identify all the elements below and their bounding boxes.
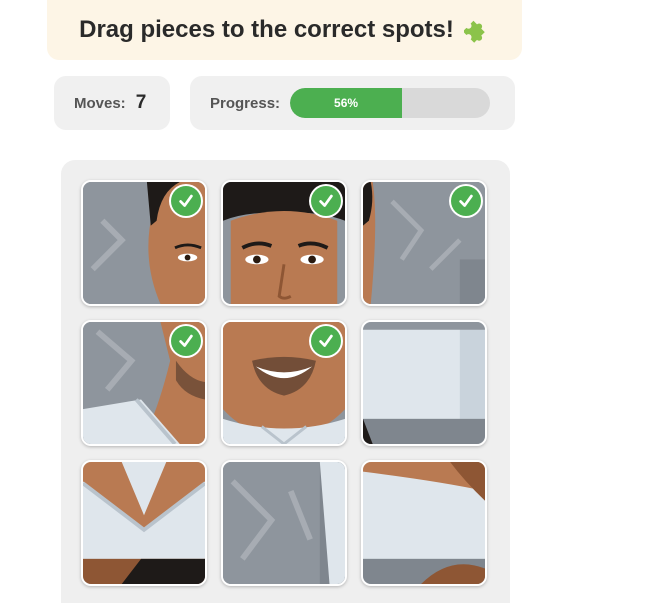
puzzle-piece-image xyxy=(363,322,485,444)
puzzle-piece-icon xyxy=(462,17,490,43)
puzzle-piece-image xyxy=(223,462,345,584)
checkmark-icon xyxy=(171,326,201,356)
moves-label: Moves: xyxy=(74,94,126,112)
checkmark-icon xyxy=(171,186,201,216)
progress-percent: 56% xyxy=(334,96,359,110)
progress-fill: 56% xyxy=(290,88,403,118)
checkmark-icon xyxy=(451,186,481,216)
checkmark-icon xyxy=(311,326,341,356)
puzzle-tile[interactable] xyxy=(361,320,487,446)
checkmark-icon xyxy=(311,186,341,216)
puzzle-piece-image xyxy=(363,462,485,584)
puzzle-tile[interactable] xyxy=(221,460,347,586)
progress-label: Progress: xyxy=(210,94,281,112)
puzzle-piece-image xyxy=(83,462,205,584)
progress-panel: Progress: 56% xyxy=(190,76,515,130)
progress-bar: 56% xyxy=(290,88,491,118)
moves-count: 7 xyxy=(135,92,147,113)
instruction-banner: Drag pieces to the correct spots! xyxy=(47,0,522,60)
puzzle-tile[interactable] xyxy=(361,460,487,586)
puzzle-tile[interactable] xyxy=(81,320,207,446)
puzzle-tile[interactable] xyxy=(81,180,207,306)
puzzle-tile[interactable] xyxy=(81,460,207,586)
puzzle-tile[interactable] xyxy=(361,180,487,306)
puzzle-board xyxy=(61,160,510,603)
puzzle-tile[interactable] xyxy=(221,320,347,446)
instruction-title: Drag pieces to the correct spots! xyxy=(79,16,454,43)
moves-panel: Moves: 7 xyxy=(54,76,170,130)
puzzle-tile[interactable] xyxy=(221,180,347,306)
